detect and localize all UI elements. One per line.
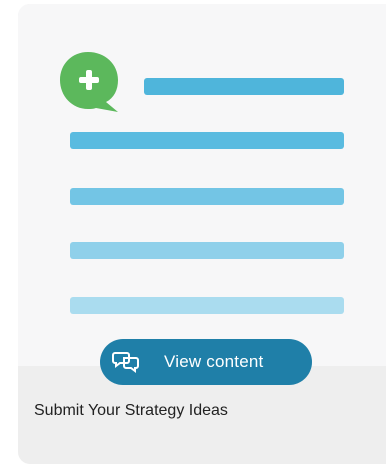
placeholder-line	[70, 132, 344, 149]
placeholder-line	[70, 242, 344, 259]
placeholder-line	[70, 297, 344, 314]
content-card[interactable]: View content Submit Your Strategy Ideas	[18, 4, 386, 464]
view-content-button[interactable]: View content	[100, 339, 312, 385]
view-content-label: View content	[164, 352, 264, 371]
chat-plus-icon	[60, 52, 118, 112]
content-illustration	[18, 4, 386, 366]
card-title: Submit Your Strategy Ideas	[34, 402, 228, 419]
placeholder-line	[70, 188, 344, 205]
plus-vertical	[86, 70, 92, 90]
chat-bubbles-icon	[112, 350, 140, 374]
placeholder-line	[144, 78, 344, 95]
